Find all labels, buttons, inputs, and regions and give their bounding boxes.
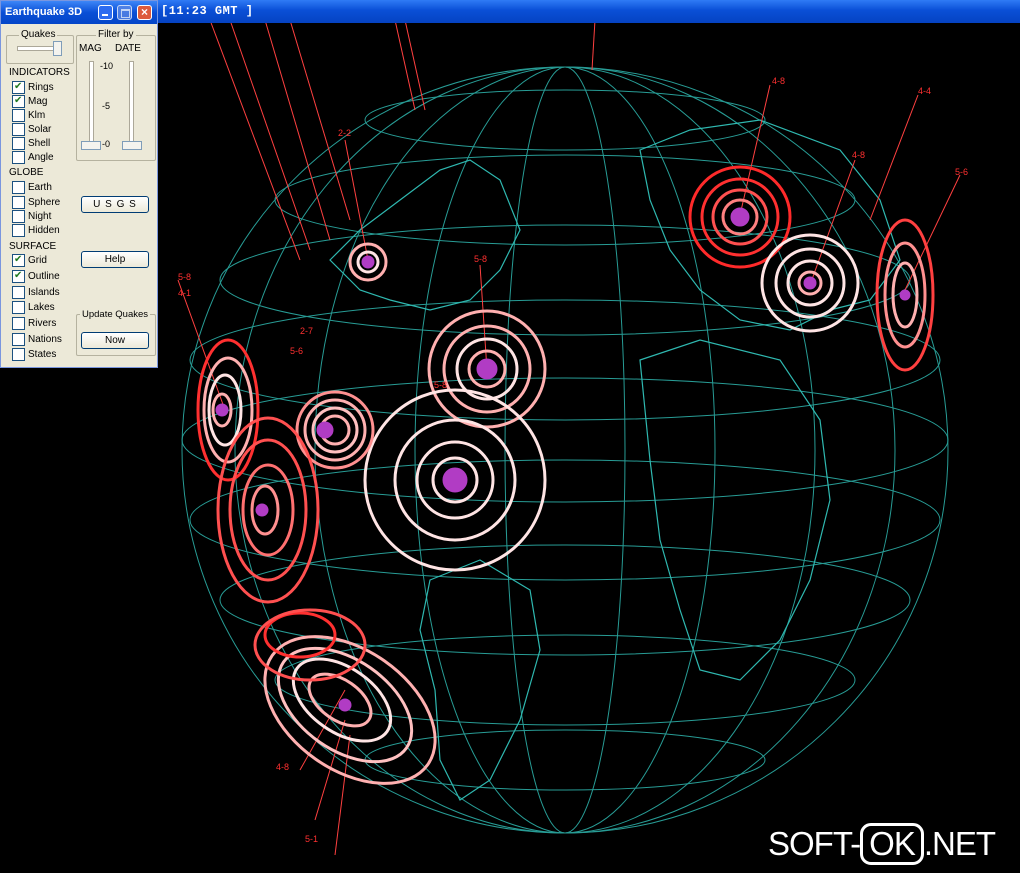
quake-rings[interactable] — [196, 165, 935, 814]
quakes-slider-thumb[interactable] — [53, 41, 62, 56]
mag-slider[interactable] — [89, 61, 94, 147]
help-button[interactable]: Help — [81, 251, 149, 268]
quake-middle-east[interactable] — [760, 233, 860, 333]
gmt-clock: [11:23 GMT ] — [161, 4, 254, 18]
checkbox-lakes[interactable]: Lakes — [12, 301, 55, 314]
quake-label: 4-1 — [178, 288, 191, 298]
checkbox-night[interactable]: Night — [12, 210, 51, 223]
watermark-ok: OK — [860, 823, 924, 865]
checkbox-states[interactable]: States — [12, 348, 56, 361]
app-title: Earthquake 3D — [5, 6, 83, 18]
checkbox-nations[interactable]: Nations — [12, 333, 62, 346]
usgs-button[interactable]: U S G S — [81, 196, 149, 213]
quake-label: 4-8 — [276, 762, 289, 772]
quake-pacific-coast[interactable] — [216, 416, 320, 604]
quakes-group-label: Quakes — [19, 29, 58, 40]
indicators-heading: INDICATORS — [9, 67, 70, 78]
quake-central-america[interactable] — [196, 338, 260, 482]
surface-heading: SURFACE — [9, 241, 57, 252]
watermark-prefix: SOFT- — [768, 825, 861, 862]
date-slider[interactable] — [129, 61, 134, 147]
quake-label: 5-8 — [474, 254, 487, 264]
checkbox-grid[interactable]: Grid — [12, 253, 47, 267]
watermark: SOFT- OK .NET — [768, 823, 996, 865]
panel-title-bar[interactable]: Earthquake 3D × — [1, 1, 157, 24]
quake-label: 4-8 — [852, 150, 865, 160]
checkbox-rivers[interactable]: Rivers — [12, 317, 56, 330]
checkbox-klm[interactable]: Klm — [12, 109, 45, 122]
update-quakes-label: Update Quakes — [80, 309, 151, 320]
checkbox-hidden[interactable]: Hidden — [12, 224, 60, 237]
quake-label: 4-4 — [918, 86, 931, 96]
quake-east-canada[interactable] — [348, 242, 388, 282]
mag-tick-label: -0 — [102, 139, 111, 149]
checkbox-angle[interactable]: Angle — [12, 151, 54, 164]
quake-label: 5-8 — [178, 272, 191, 282]
filter-group-label: Filter by — [96, 29, 136, 40]
quake-label: 2-7 — [300, 326, 313, 336]
quake-mid-atlantic-north[interactable] — [427, 309, 547, 429]
quake-label: 4-8 — [772, 76, 785, 86]
checkbox-earth[interactable]: Earth — [12, 181, 52, 194]
mag-tick-label: -5 — [102, 101, 111, 111]
now-button[interactable]: Now — [81, 332, 149, 349]
close-button[interactable]: × — [137, 5, 152, 20]
maximize-button[interactable] — [117, 5, 132, 20]
checkbox-shell[interactable]: Shell — [12, 137, 50, 150]
globe-grid — [181, 66, 949, 834]
quake-label: 2-2 — [338, 128, 351, 138]
watermark-suffix: .NET — [923, 825, 996, 862]
mag-label: MAG — [79, 43, 102, 54]
quake-label: 5-1 — [305, 834, 318, 844]
checkbox-outline[interactable]: Outline — [12, 269, 60, 283]
quake-label: 5-6 — [955, 167, 968, 177]
checkbox-mag[interactable]: Mag — [12, 94, 47, 108]
checkbox-rings[interactable]: Rings — [12, 80, 54, 94]
quake-asia-edge[interactable] — [875, 218, 935, 372]
globe-heading: GLOBE — [9, 167, 44, 178]
mag-tick-label: -10 — [100, 61, 114, 71]
quake-label: 5-8 — [434, 380, 447, 390]
date-slider-thumb[interactable] — [122, 141, 142, 150]
control-panel: Earthquake 3D × Quakes Filter by MAG DAT… — [0, 0, 158, 368]
checkbox-sphere[interactable]: Sphere — [12, 196, 60, 209]
quake-label: 5-6 — [290, 346, 303, 356]
checkbox-islands[interactable]: Islands — [12, 286, 60, 299]
minimize-button[interactable] — [98, 5, 113, 20]
mag-slider-thumb[interactable] — [81, 141, 101, 150]
date-label: DATE — [115, 43, 141, 54]
checkbox-solar[interactable]: Solar — [12, 123, 51, 136]
